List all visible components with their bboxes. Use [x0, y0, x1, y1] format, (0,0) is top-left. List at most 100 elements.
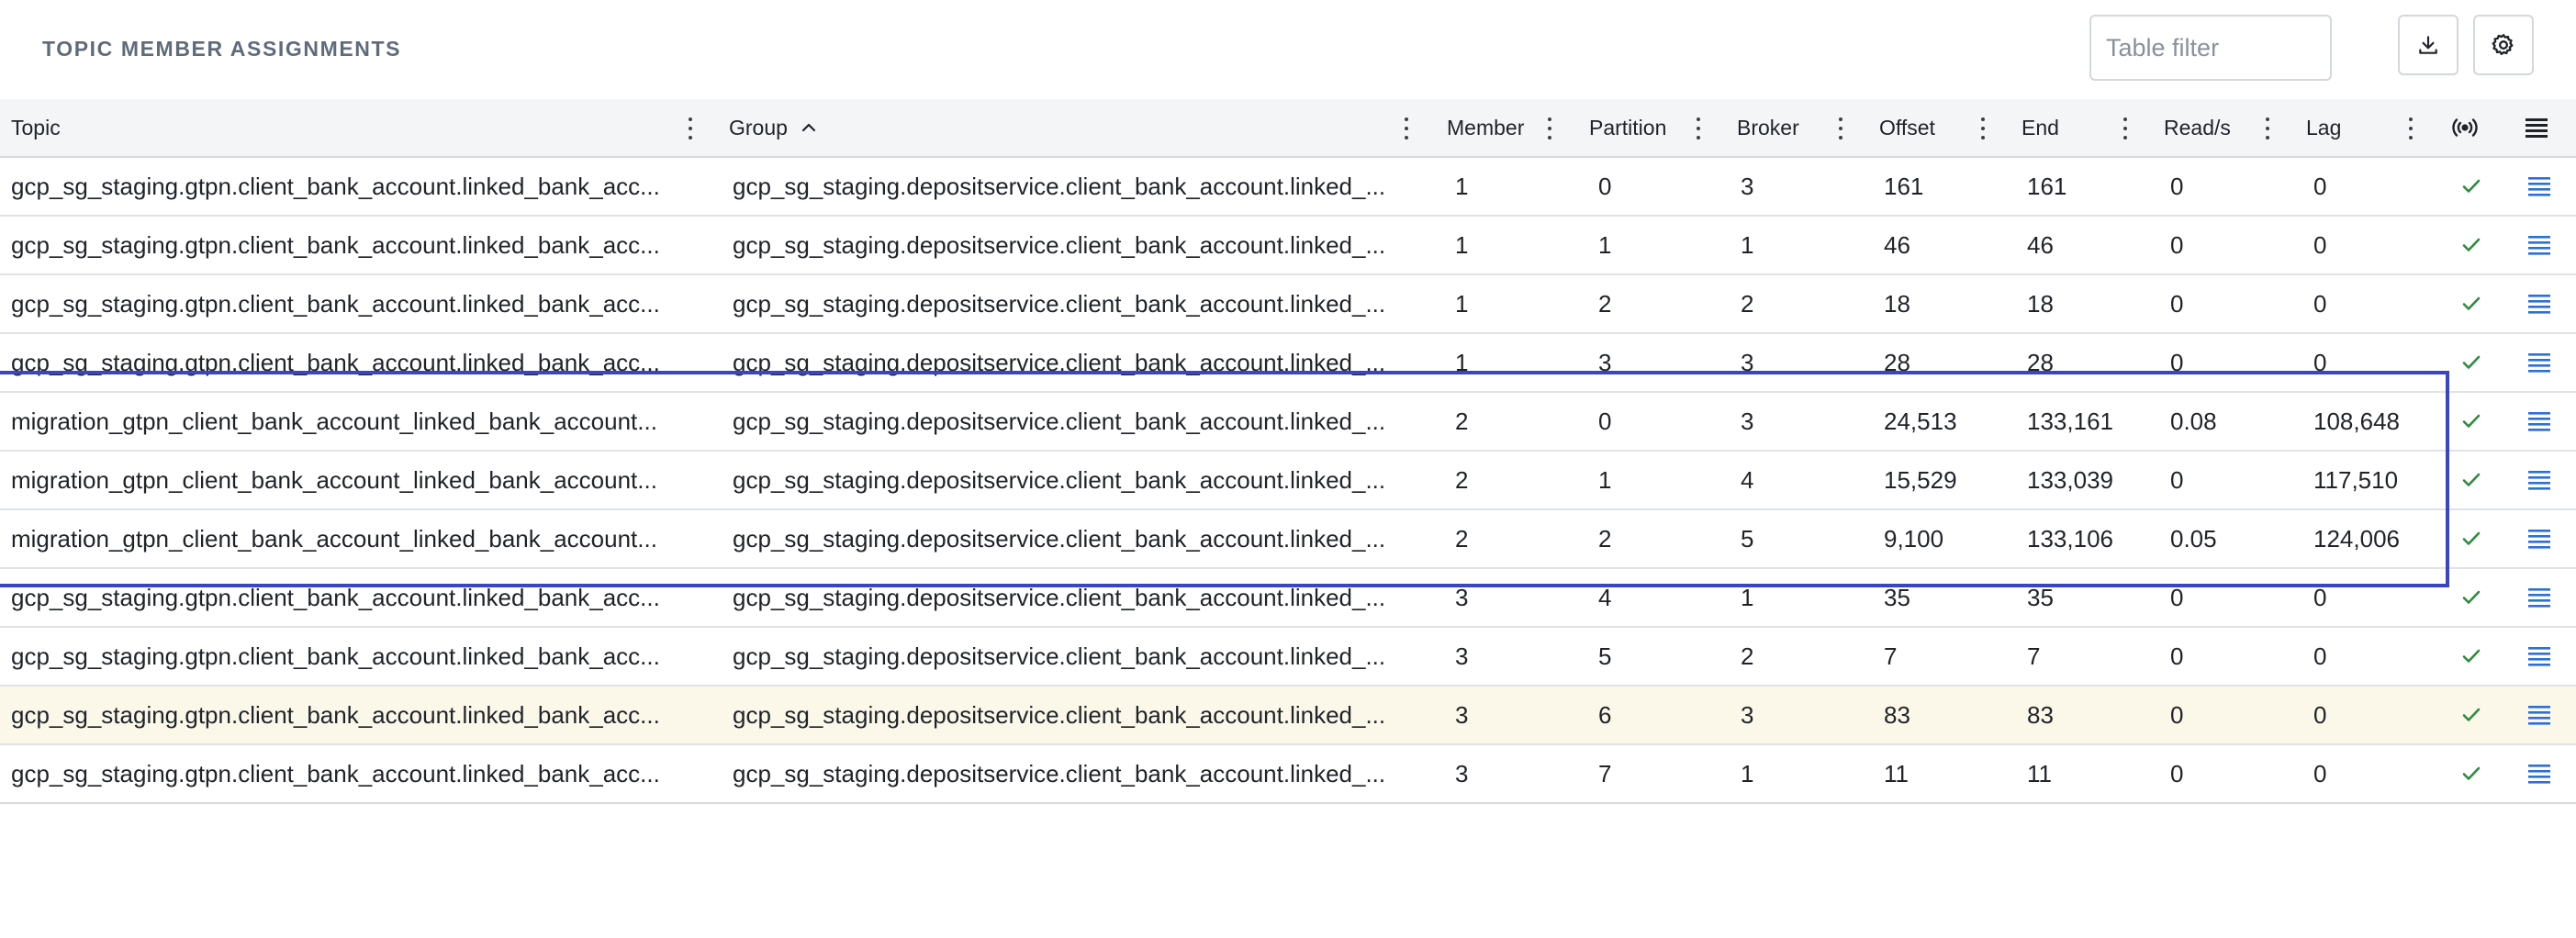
check-icon [2462, 531, 2481, 545]
column-header-member[interactable]: Member [1447, 99, 1524, 156]
column-label-end: End [2022, 115, 2059, 140]
cell-end: 11 [2027, 760, 2052, 787]
row-details-icon[interactable] [2526, 528, 2552, 550]
cell-reads: 0 [2170, 231, 2184, 259]
column-label-reads: Read/s [2164, 115, 2231, 140]
column-header-reads[interactable]: Read/s [2164, 99, 2231, 156]
cell-member: 2 [1455, 408, 1469, 435]
column-menu-reads-icon[interactable] [2264, 117, 2271, 140]
column-header-partition[interactable]: Partition [1589, 99, 1666, 156]
table-row[interactable]: gcp_sg_staging.gtpn.client_bank_account.… [0, 687, 2576, 745]
column-header-offset[interactable]: Offset [1879, 99, 1935, 156]
cell-member: 3 [1455, 642, 1469, 670]
column-menu-topic-icon[interactable] [687, 117, 694, 140]
row-details-icon[interactable] [2526, 586, 2552, 609]
cell-group: gcp_sg_staging.depositservice.client_ban… [733, 642, 1386, 670]
cell-topic: gcp_sg_staging.gtpn.client_bank_account.… [11, 701, 660, 729]
cell-offset: 11 [1884, 760, 1909, 787]
row-details-icon[interactable] [2526, 293, 2552, 315]
row-details-icon[interactable] [2526, 234, 2552, 256]
column-header-lag[interactable]: Lag [2306, 99, 2341, 156]
table-row[interactable]: gcp_sg_staging.gtpn.client_bank_account.… [0, 745, 2576, 804]
table-row[interactable]: migration_gtpn_client_bank_account_linke… [0, 510, 2576, 569]
list-icon [2526, 118, 2548, 138]
cell-broker: 1 [1741, 760, 1754, 787]
cell-end: 133,106 [2027, 525, 2113, 553]
cell-group: gcp_sg_staging.depositservice.client_ban… [733, 290, 1386, 318]
cell-topic: gcp_sg_staging.gtpn.client_bank_account.… [11, 173, 660, 200]
row-details-icon[interactable] [2526, 410, 2552, 432]
cell-topic: gcp_sg_staging.gtpn.client_bank_account.… [11, 290, 660, 318]
cell-reads: 0 [2170, 466, 2184, 494]
table-row[interactable]: gcp_sg_staging.gtpn.client_bank_account.… [0, 217, 2576, 275]
cell-broker: 4 [1741, 466, 1754, 494]
column-menu-partition-icon[interactable] [1695, 117, 1702, 140]
download-button[interactable] [2398, 15, 2458, 75]
row-details-icon[interactable] [2526, 645, 2552, 667]
column-header-end[interactable]: End [2022, 99, 2059, 156]
column-menu-lag-icon[interactable] [2407, 117, 2414, 140]
cell-end: 133,039 [2027, 466, 2113, 494]
cell-offset: 18 [1884, 290, 1910, 318]
row-details-icon[interactable] [2526, 704, 2552, 726]
table-row[interactable]: migration_gtpn_client_bank_account_linke… [0, 393, 2576, 452]
table-row[interactable]: gcp_sg_staging.gtpn.client_bank_account.… [0, 334, 2576, 393]
column-menu-offset-icon[interactable] [1979, 117, 1987, 140]
settings-button[interactable] [2473, 15, 2534, 75]
row-details-icon[interactable] [2526, 352, 2552, 374]
table-filter-input[interactable] [2089, 15, 2332, 81]
cell-partition: 0 [1598, 408, 1612, 435]
column-menu-member-icon[interactable] [1546, 117, 1553, 140]
check-icon [2462, 473, 2481, 486]
table-row[interactable]: gcp_sg_staging.gtpn.client_bank_account.… [0, 628, 2576, 687]
row-details-icon[interactable] [2526, 175, 2552, 197]
check-icon [2462, 179, 2481, 193]
column-header-actions[interactable] [2525, 99, 2548, 156]
cell-lag: 0 [2313, 173, 2327, 200]
cell-broker: 1 [1741, 584, 1754, 611]
cell-broker: 5 [1741, 525, 1754, 553]
table-row[interactable]: migration_gtpn_client_bank_account_linke… [0, 452, 2576, 510]
column-header-group[interactable]: Group [729, 99, 817, 156]
cell-lag: 0 [2313, 231, 2327, 259]
table-row[interactable]: gcp_sg_staging.gtpn.client_bank_account.… [0, 569, 2576, 628]
cell-lag: 0 [2313, 290, 2327, 318]
cell-end: 7 [2027, 642, 2041, 670]
cell-offset: 83 [1884, 701, 1910, 729]
cell-lag: 117,510 [2313, 466, 2399, 494]
cell-broker: 3 [1741, 173, 1754, 200]
table-row[interactable]: gcp_sg_staging.gtpn.client_bank_account.… [0, 158, 2576, 217]
row-details-icon[interactable] [2526, 763, 2552, 785]
column-label-offset: Offset [1879, 115, 1935, 140]
cell-offset: 7 [1884, 642, 1898, 670]
cell-member: 3 [1455, 701, 1469, 729]
cell-reads: 0 [2170, 701, 2184, 729]
cell-end: 35 [2027, 584, 2054, 611]
cell-partition: 2 [1598, 290, 1612, 318]
cell-end: 18 [2027, 290, 2054, 318]
cell-reads: 0.08 [2170, 408, 2217, 435]
cell-topic: gcp_sg_staging.gtpn.client_bank_account.… [11, 760, 660, 787]
cell-topic: migration_gtpn_client_bank_account_linke… [11, 525, 657, 553]
table-body: gcp_sg_staging.gtpn.client_bank_account.… [0, 158, 2576, 804]
cell-reads: 0 [2170, 584, 2184, 611]
cell-reads: 0.05 [2170, 525, 2217, 553]
cell-group: gcp_sg_staging.depositservice.client_ban… [733, 173, 1386, 200]
check-icon [2462, 708, 2481, 721]
cell-partition: 2 [1598, 525, 1612, 553]
column-header-topic[interactable]: Topic [11, 99, 61, 156]
column-menu-broker-icon[interactable] [1837, 117, 1844, 140]
column-menu-end-icon[interactable] [2122, 117, 2129, 140]
cell-group: gcp_sg_staging.depositservice.client_ban… [733, 701, 1386, 729]
column-header-status[interactable] [2451, 99, 2479, 156]
cell-lag: 0 [2313, 701, 2327, 729]
column-menu-group-icon[interactable] [1403, 117, 1410, 140]
table-row[interactable]: gcp_sg_staging.gtpn.client_bank_account.… [0, 275, 2576, 334]
cell-broker: 2 [1741, 642, 1754, 670]
row-details-icon[interactable] [2526, 469, 2552, 491]
cell-offset: 24,513 [1884, 408, 1957, 435]
cell-broker: 3 [1741, 408, 1754, 435]
column-header-broker[interactable]: Broker [1737, 99, 1799, 156]
check-icon [2462, 649, 2481, 663]
cell-group: gcp_sg_staging.depositservice.client_ban… [733, 466, 1386, 494]
